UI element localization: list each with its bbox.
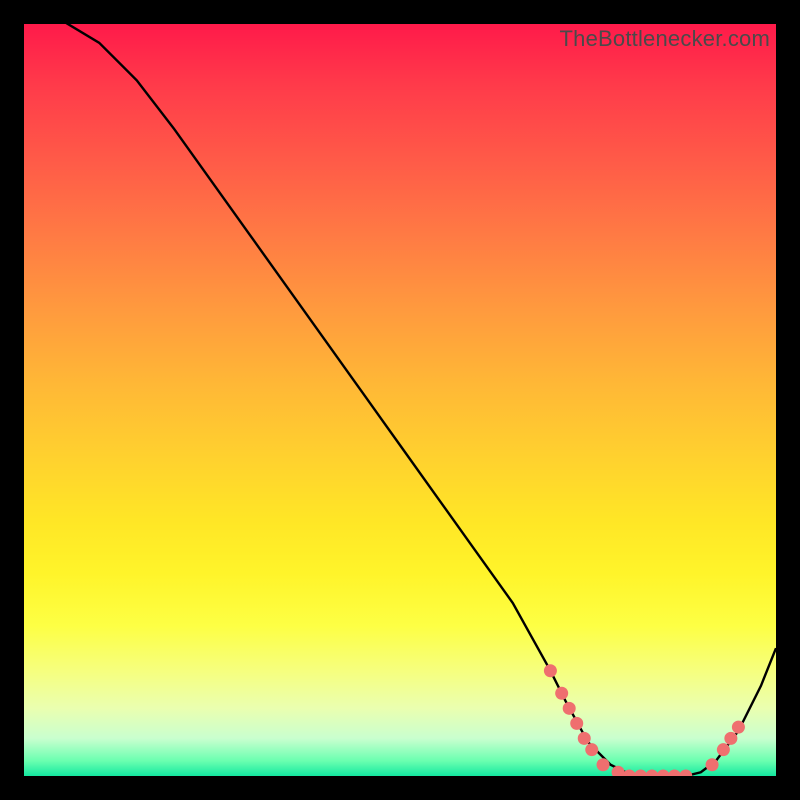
data-marker <box>717 743 730 756</box>
data-marker <box>657 770 670 777</box>
data-marker <box>668 770 681 777</box>
curve-line <box>24 24 776 776</box>
data-marker <box>578 732 591 745</box>
data-marker <box>645 770 658 777</box>
data-marker <box>597 758 610 771</box>
data-marker <box>732 721 745 734</box>
data-marker <box>634 770 647 777</box>
data-marker <box>544 664 557 677</box>
data-marker <box>563 702 576 715</box>
data-marker <box>570 717 583 730</box>
watermark-text: TheBottlenecker.com <box>560 26 770 52</box>
data-marker <box>724 732 737 745</box>
plot-area: TheBottlenecker.com <box>24 24 776 776</box>
chart-container: TheBottlenecker.com <box>0 0 800 800</box>
data-marker <box>585 743 598 756</box>
data-marker <box>679 770 692 777</box>
data-marker <box>555 687 568 700</box>
data-marker <box>706 758 719 771</box>
data-marker <box>623 770 636 777</box>
chart-svg <box>24 24 776 776</box>
data-markers <box>544 664 745 776</box>
